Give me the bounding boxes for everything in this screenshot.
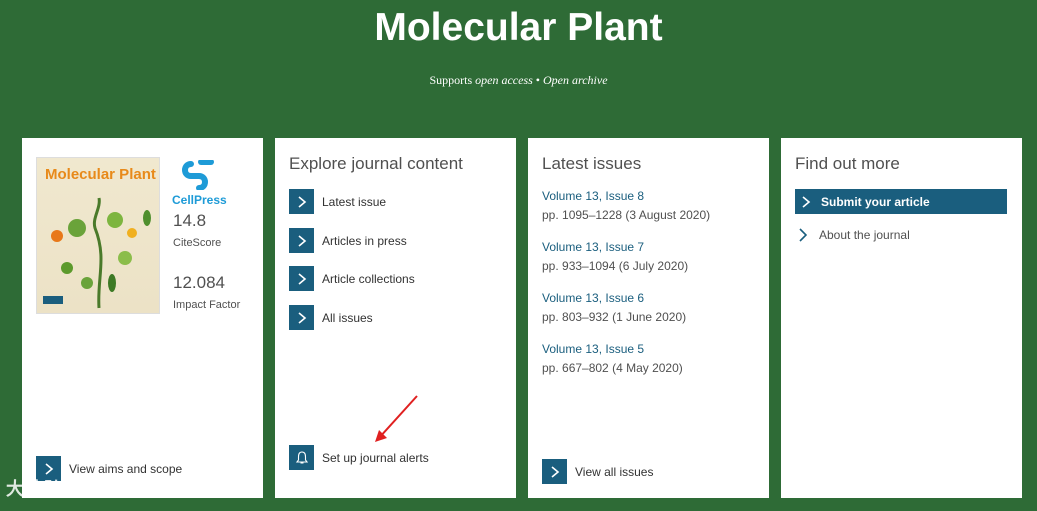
journal-cover-image[interactable]: Molecular Plant xyxy=(36,157,160,314)
latest-issue-link[interactable]: Latest issue xyxy=(289,189,386,214)
explore-heading: Explore journal content xyxy=(289,154,463,173)
find-out-more-heading: Find out more xyxy=(795,154,900,173)
citescore-value: 14.8 xyxy=(173,211,207,230)
chevron-right-icon xyxy=(289,189,314,214)
issue-item: Volume 13, Issue 8 pp. 1095–1228 (3 Augu… xyxy=(542,187,710,225)
article-collections-label: Article collections xyxy=(322,271,415,286)
subtitle-prefix: Supports xyxy=(429,73,476,87)
issue-volume-link[interactable]: Volume 13, Issue 7 xyxy=(542,238,688,257)
issue-pages: pp. 933–1094 (6 July 2020) xyxy=(542,259,689,273)
cover-illustration xyxy=(43,197,151,309)
journal-title: Molecular Plant xyxy=(374,6,663,49)
submit-article-button[interactable]: Submit your article xyxy=(795,189,1007,214)
cellpress-label: CellPress xyxy=(172,193,227,207)
journal-subtitle: Supports open access • Open archive xyxy=(0,73,1037,88)
latest-issues-heading: Latest issues xyxy=(542,154,642,173)
about-journal-label: About the journal xyxy=(819,228,910,242)
chevron-right-icon xyxy=(799,228,807,242)
chevron-right-icon xyxy=(542,459,567,484)
issue-pages: pp. 803–932 (1 June 2020) xyxy=(542,310,687,324)
latest-issue-label: Latest issue xyxy=(322,194,387,209)
open-archive-label: Open archive xyxy=(543,73,608,87)
cellpress-logo[interactable]: CellPress xyxy=(172,159,227,207)
issue-volume-link[interactable]: Volume 13, Issue 8 xyxy=(542,187,710,206)
bell-icon xyxy=(289,445,314,470)
about-journal-link[interactable]: About the journal xyxy=(799,228,910,242)
citescore-label[interactable]: CiteScore xyxy=(173,237,221,249)
issue-item: Volume 13, Issue 7 pp. 933–1094 (6 July … xyxy=(542,238,688,276)
subtitle-separator: • xyxy=(532,73,543,87)
impact-factor-value: 12.084 xyxy=(173,273,225,292)
articles-in-press-label: Articles in press xyxy=(322,233,407,248)
journal-alerts-label: Set up journal alerts xyxy=(322,450,429,465)
issue-pages: pp. 667–802 (4 May 2020) xyxy=(542,361,683,375)
find-out-more-card: Find out more Submit your article About … xyxy=(781,138,1022,498)
journal-info-card: Molecular Plant CellPress 14.8 CiteScore… xyxy=(22,138,263,498)
open-access-label: open access xyxy=(475,73,533,87)
view-all-issues-link[interactable]: View all issues xyxy=(542,459,653,484)
watermark: 大数跨境 xyxy=(6,479,82,499)
view-all-issues-label: View all issues xyxy=(575,464,654,479)
issue-item: Volume 13, Issue 6 pp. 803–932 (1 June 2… xyxy=(542,289,686,327)
all-issues-link[interactable]: All issues xyxy=(289,305,373,330)
chevron-right-icon xyxy=(289,305,314,330)
latest-issues-card: Latest issues Volume 13, Issue 8 pp. 109… xyxy=(528,138,769,498)
issue-volume-link[interactable]: Volume 13, Issue 5 xyxy=(542,340,683,359)
journal-alerts-link[interactable]: Set up journal alerts xyxy=(289,445,429,470)
chevron-right-icon xyxy=(289,228,314,253)
cellpress-icon xyxy=(182,159,215,191)
view-aims-label: View aims and scope xyxy=(69,461,183,476)
article-collections-link[interactable]: Article collections xyxy=(289,266,415,291)
explore-content-card: Explore journal content Latest issue Art… xyxy=(275,138,516,498)
articles-in-press-link[interactable]: Articles in press xyxy=(289,228,407,253)
impact-factor-label[interactable]: Impact Factor xyxy=(173,299,240,311)
chevron-right-icon xyxy=(289,266,314,291)
issue-volume-link[interactable]: Volume 13, Issue 6 xyxy=(542,289,686,308)
chevron-right-icon xyxy=(802,195,811,208)
annotation-arrow xyxy=(375,395,418,442)
issue-pages: pp. 1095–1228 (3 August 2020) xyxy=(542,208,711,222)
all-issues-label: All issues xyxy=(322,310,373,325)
submit-article-label: Submit your article xyxy=(821,194,930,209)
issue-item: Volume 13, Issue 5 pp. 667–802 (4 May 20… xyxy=(542,340,683,378)
